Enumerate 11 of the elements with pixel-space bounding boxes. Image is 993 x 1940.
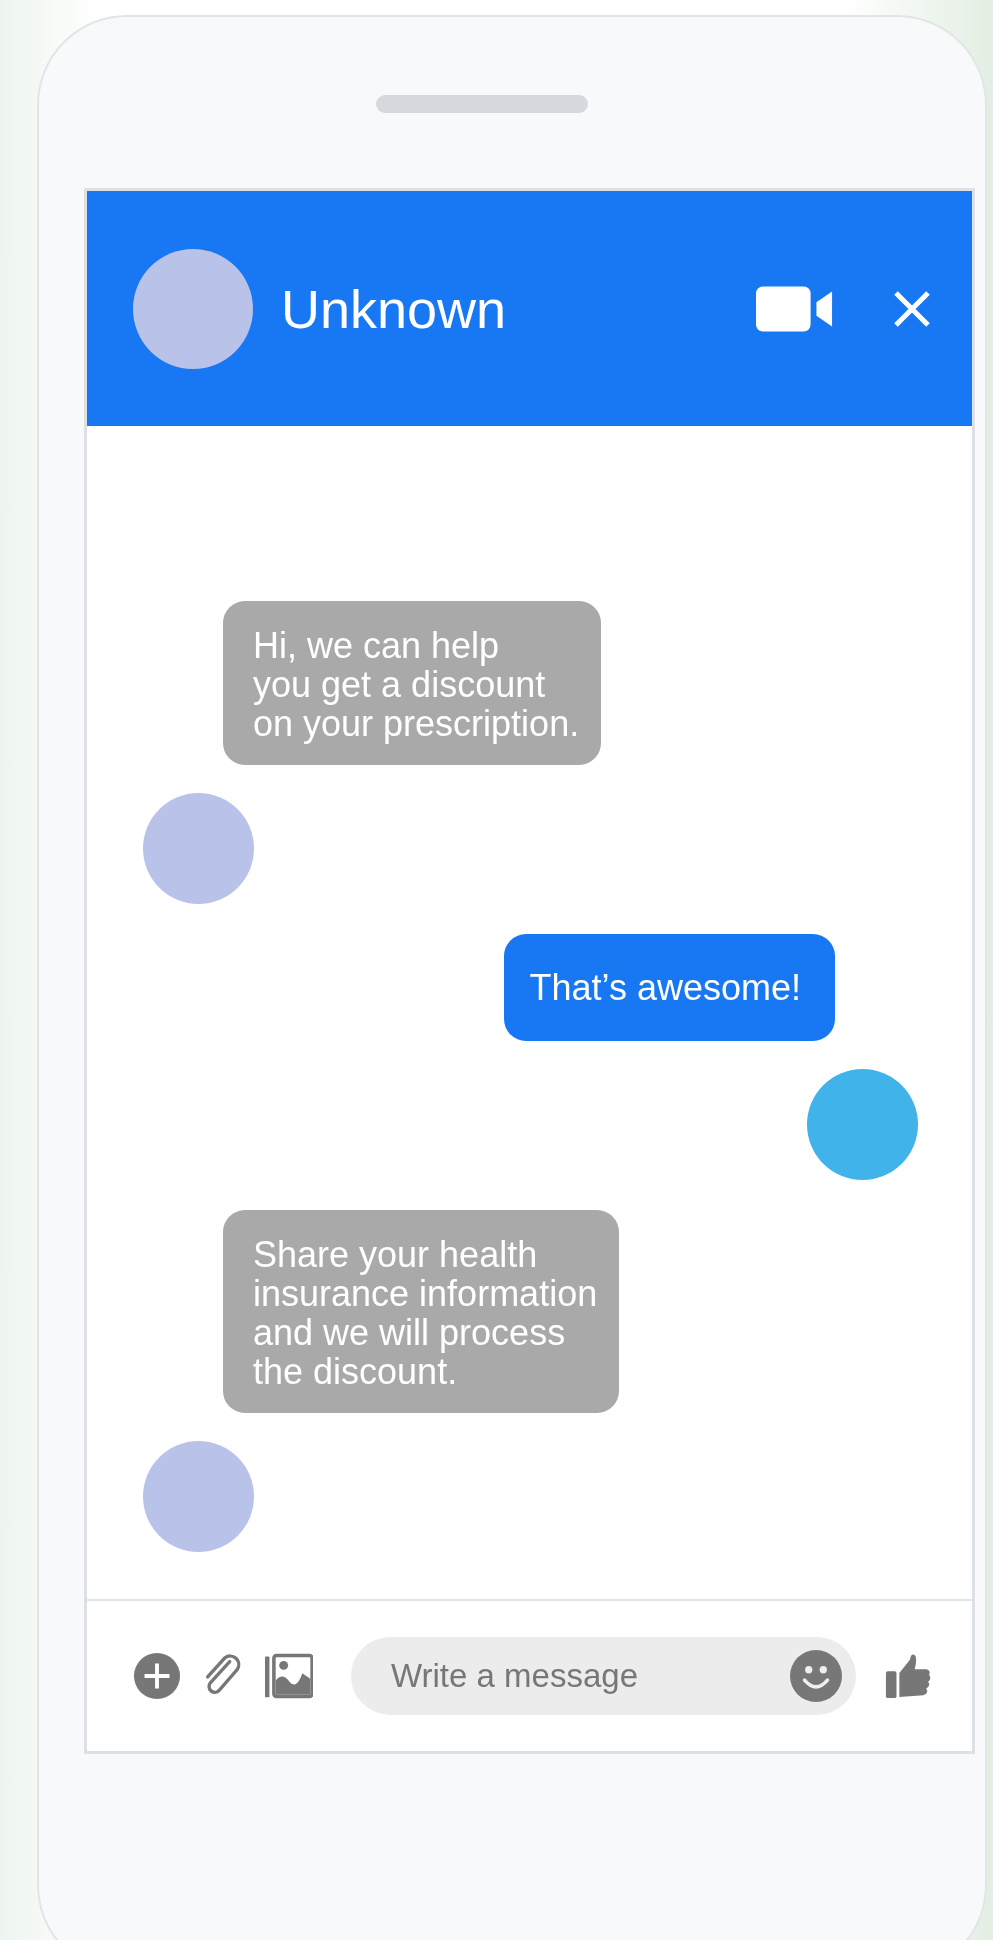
incoming-message: Hi, we can help you get a discount on your prescription. (223, 601, 602, 765)
contact-name: Unknown (281, 277, 508, 340)
outgoing-message: That’s awesome! (503, 934, 835, 1041)
incoming-message: Share your health insurance information and we will process the discount. (223, 1210, 620, 1413)
thumbs-up-icon[interactable] (884, 1652, 932, 1700)
emoji-icon[interactable] (790, 1650, 842, 1702)
video-call-icon[interactable] (756, 285, 834, 332)
message-input[interactable]: Write a message (351, 1637, 856, 1715)
close-icon[interactable] (892, 288, 932, 329)
image-icon[interactable] (265, 1652, 313, 1700)
add-icon[interactable] (133, 1652, 181, 1700)
